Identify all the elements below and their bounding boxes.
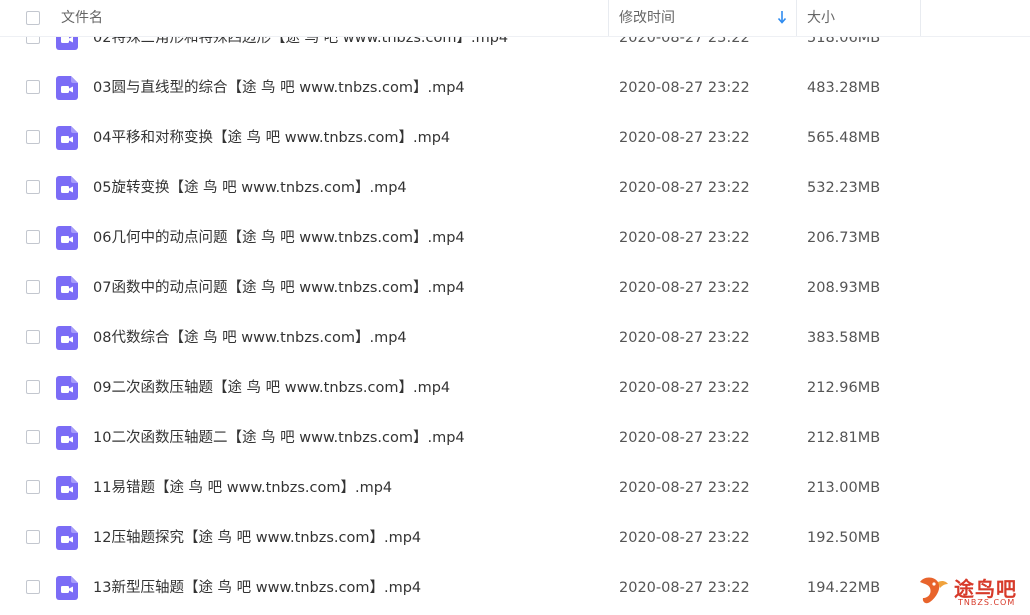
column-divider[interactable]: [796, 0, 797, 36]
row-checkbox[interactable]: [26, 430, 40, 444]
file-name-link[interactable]: 04平移和对称变换【途 鸟 吧 www.tnbzs.com】.mp4: [93, 113, 450, 163]
video-file-icon: [56, 226, 78, 250]
file-name-link[interactable]: 05旋转变换【途 鸟 吧 www.tnbzs.com】.mp4: [93, 163, 407, 213]
file-size: 532.23MB: [807, 180, 881, 196]
modified-time: 2020-08-27 23:22: [619, 580, 750, 596]
file-name-link[interactable]: 11易错题【途 鸟 吧 www.tnbzs.com】.mp4: [93, 463, 392, 513]
video-file-icon: [56, 176, 78, 200]
row-checkbox[interactable]: [26, 330, 40, 344]
row-checkbox[interactable]: [26, 180, 40, 194]
file-row[interactable]: 08代数综合【途 鸟 吧 www.tnbzs.com】.mp4 2020-08-2…: [0, 313, 1030, 363]
file-size: 483.28MB: [807, 80, 881, 96]
modified-time: 2020-08-27 23:22: [619, 330, 750, 346]
file-size: 565.48MB: [807, 130, 881, 146]
bird-logo-icon: [920, 577, 948, 604]
file-row[interactable]: 06几何中的动点问题【途 鸟 吧 www.tnbzs.com】.mp4 2020-…: [0, 213, 1030, 263]
watermark-logo: 途鸟吧 TNBZS.COM: [914, 571, 1024, 611]
row-checkbox[interactable]: [26, 280, 40, 294]
modified-time: 2020-08-27 23:22: [619, 430, 750, 446]
video-file-icon: [56, 326, 78, 350]
column-header-size[interactable]: 大小: [807, 0, 835, 36]
file-row[interactable]: 11易错题【途 鸟 吧 www.tnbzs.com】.mp4 2020-08-27…: [0, 463, 1030, 513]
file-size: 383.58MB: [807, 330, 881, 346]
video-file-icon: [56, 426, 78, 450]
file-name-link[interactable]: 12压轴题探究【途 鸟 吧 www.tnbzs.com】.mp4: [93, 513, 421, 563]
file-size: 194.22MB: [807, 580, 881, 596]
video-file-icon: [56, 126, 78, 150]
file-size: 208.93MB: [807, 280, 881, 296]
modified-time: 2020-08-27 23:22: [619, 530, 750, 546]
modified-time: 2020-08-27 23:22: [619, 180, 750, 196]
file-size: 192.50MB: [807, 530, 881, 546]
row-checkbox[interactable]: [26, 530, 40, 544]
row-checkbox[interactable]: [26, 580, 40, 594]
row-checkbox[interactable]: [26, 80, 40, 94]
modified-time: 2020-08-27 23:22: [619, 130, 750, 146]
file-row[interactable]: 13新型压轴题【途 鸟 吧 www.tnbzs.com】.mp4 2020-08-…: [0, 563, 1030, 613]
file-row[interactable]: 05旋转变换【途 鸟 吧 www.tnbzs.com】.mp4 2020-08-2…: [0, 163, 1030, 213]
modified-time: 2020-08-27 23:22: [619, 230, 750, 246]
column-header-modified[interactable]: 修改时间: [619, 0, 675, 36]
row-checkbox[interactable]: [26, 230, 40, 244]
sort-down-arrow-icon[interactable]: [777, 10, 787, 24]
modified-time: 2020-08-27 23:22: [619, 80, 750, 96]
file-name-link[interactable]: 10二次函数压轴题二【途 鸟 吧 www.tnbzs.com】.mp4: [93, 413, 465, 463]
file-row[interactable]: 12压轴题探究【途 鸟 吧 www.tnbzs.com】.mp4 2020-08-…: [0, 513, 1030, 563]
file-name-link[interactable]: 08代数综合【途 鸟 吧 www.tnbzs.com】.mp4: [93, 313, 407, 363]
column-divider[interactable]: [920, 0, 921, 36]
video-file-icon: [56, 276, 78, 300]
column-divider[interactable]: [608, 0, 609, 36]
video-file-icon: [56, 526, 78, 550]
file-list: 02特殊三角形和特殊四边形【途 鸟 吧 www.tnbzs.com】.mp4 20…: [0, 0, 1030, 615]
file-name-link[interactable]: 03圆与直线型的综合【途 鸟 吧 www.tnbzs.com】.mp4: [93, 63, 465, 113]
file-size: 212.96MB: [807, 380, 881, 396]
video-file-icon: [56, 376, 78, 400]
video-file-icon: [56, 476, 78, 500]
row-checkbox[interactable]: [26, 480, 40, 494]
video-file-icon: [56, 76, 78, 100]
file-size: 206.73MB: [807, 230, 881, 246]
file-name-link[interactable]: 07函数中的动点问题【途 鸟 吧 www.tnbzs.com】.mp4: [93, 263, 465, 313]
modified-time: 2020-08-27 23:22: [619, 380, 750, 396]
file-row[interactable]: 07函数中的动点问题【途 鸟 吧 www.tnbzs.com】.mp4 2020-…: [0, 263, 1030, 313]
row-checkbox[interactable]: [26, 130, 40, 144]
video-file-icon: [56, 576, 78, 600]
file-size: 212.81MB: [807, 430, 881, 446]
watermark-subtext: TNBZS.COM: [958, 598, 1016, 607]
column-header-name[interactable]: 文件名: [61, 0, 103, 36]
file-row[interactable]: 10二次函数压轴题二【途 鸟 吧 www.tnbzs.com】.mp4 2020-…: [0, 413, 1030, 463]
select-all-checkbox[interactable]: [26, 11, 40, 25]
modified-time: 2020-08-27 23:22: [619, 480, 750, 496]
file-row[interactable]: 03圆与直线型的综合【途 鸟 吧 www.tnbzs.com】.mp4 2020-…: [0, 63, 1030, 113]
file-name-link[interactable]: 13新型压轴题【途 鸟 吧 www.tnbzs.com】.mp4: [93, 563, 421, 613]
row-checkbox[interactable]: [26, 380, 40, 394]
modified-time: 2020-08-27 23:22: [619, 280, 750, 296]
file-name-link[interactable]: 06几何中的动点问题【途 鸟 吧 www.tnbzs.com】.mp4: [93, 213, 465, 263]
file-row[interactable]: 04平移和对称变换【途 鸟 吧 www.tnbzs.com】.mp4 2020-0…: [0, 113, 1030, 163]
file-list-header: 文件名 修改时间 大小: [0, 0, 1030, 37]
file-name-link[interactable]: 09二次函数压轴题【途 鸟 吧 www.tnbzs.com】.mp4: [93, 363, 450, 413]
file-size: 213.00MB: [807, 480, 881, 496]
file-row[interactable]: 09二次函数压轴题【途 鸟 吧 www.tnbzs.com】.mp4 2020-0…: [0, 363, 1030, 413]
